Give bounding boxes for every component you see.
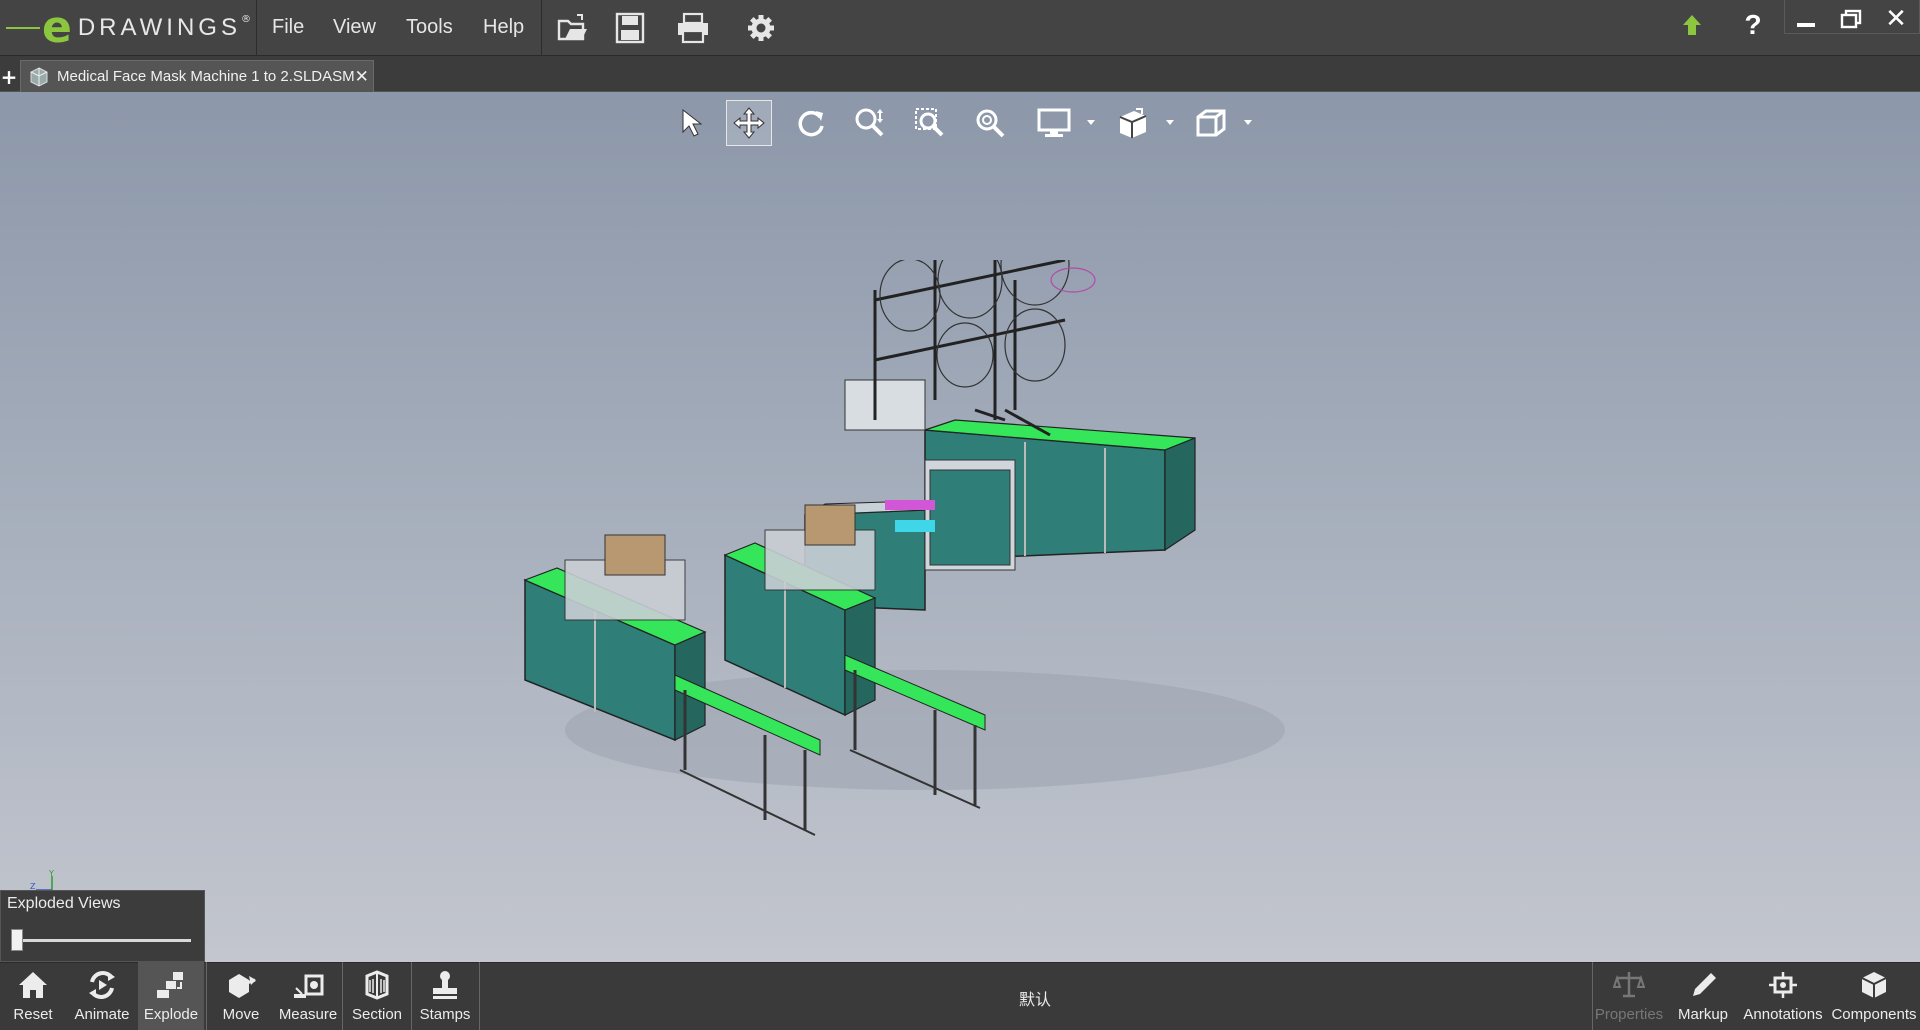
triad-y-label: Y: [48, 869, 54, 878]
view-orientation-dropdown-icon[interactable]: [1242, 116, 1254, 128]
axis-triad-icon: Y Z: [30, 869, 54, 891]
bottom-separator: [479, 962, 480, 1030]
face-mask-machine-model[interactable]: [505, 260, 1355, 860]
upgrade-icon[interactable]: [1672, 10, 1712, 40]
title-bar: e DRAWINGS ® File View Tools Help ? ✕: [0, 0, 1920, 56]
help-icon[interactable]: ?: [1733, 9, 1773, 40]
settings-icon[interactable]: [743, 10, 779, 46]
section-icon: [360, 968, 394, 1002]
explode-slider-thumb[interactable]: [11, 929, 23, 951]
animate-label: Animate: [74, 1006, 130, 1023]
view-toolbar: [0, 100, 1920, 148]
print-icon[interactable]: [675, 10, 711, 46]
section-button[interactable]: Section: [344, 962, 410, 1030]
save-icon[interactable]: [612, 10, 648, 46]
view-orientation-icon[interactable]: [1188, 100, 1234, 146]
zoom-to-area-icon[interactable]: [907, 100, 953, 146]
reset-button[interactable]: Reset: [0, 962, 66, 1030]
markup-label: Markup: [1677, 1006, 1729, 1023]
bottom-separator: [206, 962, 207, 1030]
properties-label: Properties: [1594, 1006, 1664, 1023]
tab-close-icon[interactable]: ✕: [355, 67, 369, 87]
restore-icon[interactable]: [1831, 4, 1871, 34]
menu-tools[interactable]: Tools: [406, 16, 453, 39]
logo-word: DRAWINGS: [77, 14, 241, 41]
minimize-icon[interactable]: [1786, 4, 1826, 34]
measure-icon: [291, 968, 325, 1002]
standard-views-icon[interactable]: [1110, 100, 1156, 146]
logo-line: [6, 27, 40, 29]
document-tab[interactable]: Medical Face Mask Machine 1 to 2.SLDASM …: [20, 60, 374, 92]
move-icon: [224, 968, 258, 1002]
reset-label: Reset: [13, 1006, 53, 1023]
exploded-views-title: Exploded Views: [7, 895, 121, 912]
title-separator: [256, 0, 257, 56]
components-label: Components: [1831, 1006, 1917, 1023]
components-icon: [1857, 968, 1891, 1002]
close-icon[interactable]: ✕: [1876, 4, 1916, 34]
zoom-icon[interactable]: [847, 100, 893, 146]
move-label: Move: [222, 1006, 260, 1023]
material-rolls: [879, 260, 1096, 388]
explode-icon: [154, 968, 188, 1002]
annotations-button[interactable]: Annotations: [1740, 962, 1826, 1030]
pan-icon[interactable]: [726, 100, 772, 146]
explode-label: Explode: [143, 1006, 199, 1023]
rotate-icon[interactable]: [787, 100, 833, 146]
zoom-to-fit-icon[interactable]: [967, 100, 1013, 146]
logo-mark: ®: [240, 14, 251, 25]
menu-view[interactable]: View: [333, 16, 376, 39]
measure-button[interactable]: Measure: [275, 962, 341, 1030]
edrawings-logo: e DRAWINGS ®: [6, 4, 254, 52]
properties-button[interactable]: Properties: [1594, 962, 1664, 1030]
assembly-icon: [29, 66, 49, 87]
stamps-icon: [428, 968, 462, 1002]
menu-separator: [541, 0, 542, 56]
select-icon[interactable]: [668, 100, 714, 146]
logo-letter: e: [42, 2, 72, 53]
open-icon[interactable]: [555, 10, 591, 46]
new-tab-button[interactable]: +: [0, 66, 18, 88]
standard-views-dropdown-icon[interactable]: [1164, 116, 1176, 128]
section-label: Section: [351, 1006, 403, 1023]
measure-label: Measure: [278, 1006, 338, 1023]
annotations-label: Annotations: [1743, 1006, 1823, 1023]
animate-icon: [85, 968, 119, 1002]
display-style-icon[interactable]: [1031, 100, 1077, 146]
explode-button[interactable]: Explode: [138, 962, 204, 1030]
document-tab-label: Medical Face Mask Machine 1 to 2.SLDASM: [57, 68, 355, 85]
exploded-views-panel: Exploded Views: [0, 890, 205, 962]
bottom-separator: [1592, 962, 1593, 1030]
menu-file[interactable]: File: [272, 16, 304, 39]
stamps-label: Stamps: [419, 1006, 471, 1023]
home-icon: [16, 968, 50, 1002]
bottom-separator: [342, 962, 343, 1030]
left-machine-unit: [523, 534, 707, 742]
display-style-dropdown-icon[interactable]: [1085, 116, 1097, 128]
animate-button[interactable]: Animate: [68, 962, 136, 1030]
edrawings-window: e DRAWINGS ® File View Tools Help ? ✕ + …: [0, 0, 1920, 1030]
properties-icon: [1612, 968, 1646, 1002]
configuration-name[interactable]: 默认: [980, 986, 1090, 1010]
markup-icon: [1686, 968, 1720, 1002]
explode-slider-track[interactable]: [13, 939, 191, 942]
components-button[interactable]: Components: [1830, 962, 1918, 1030]
annotations-icon: [1766, 968, 1800, 1002]
markup-button[interactable]: Markup: [1668, 962, 1738, 1030]
move-button[interactable]: Move: [208, 962, 274, 1030]
stamps-button[interactable]: Stamps: [412, 962, 478, 1030]
menu-help[interactable]: Help: [483, 16, 524, 39]
